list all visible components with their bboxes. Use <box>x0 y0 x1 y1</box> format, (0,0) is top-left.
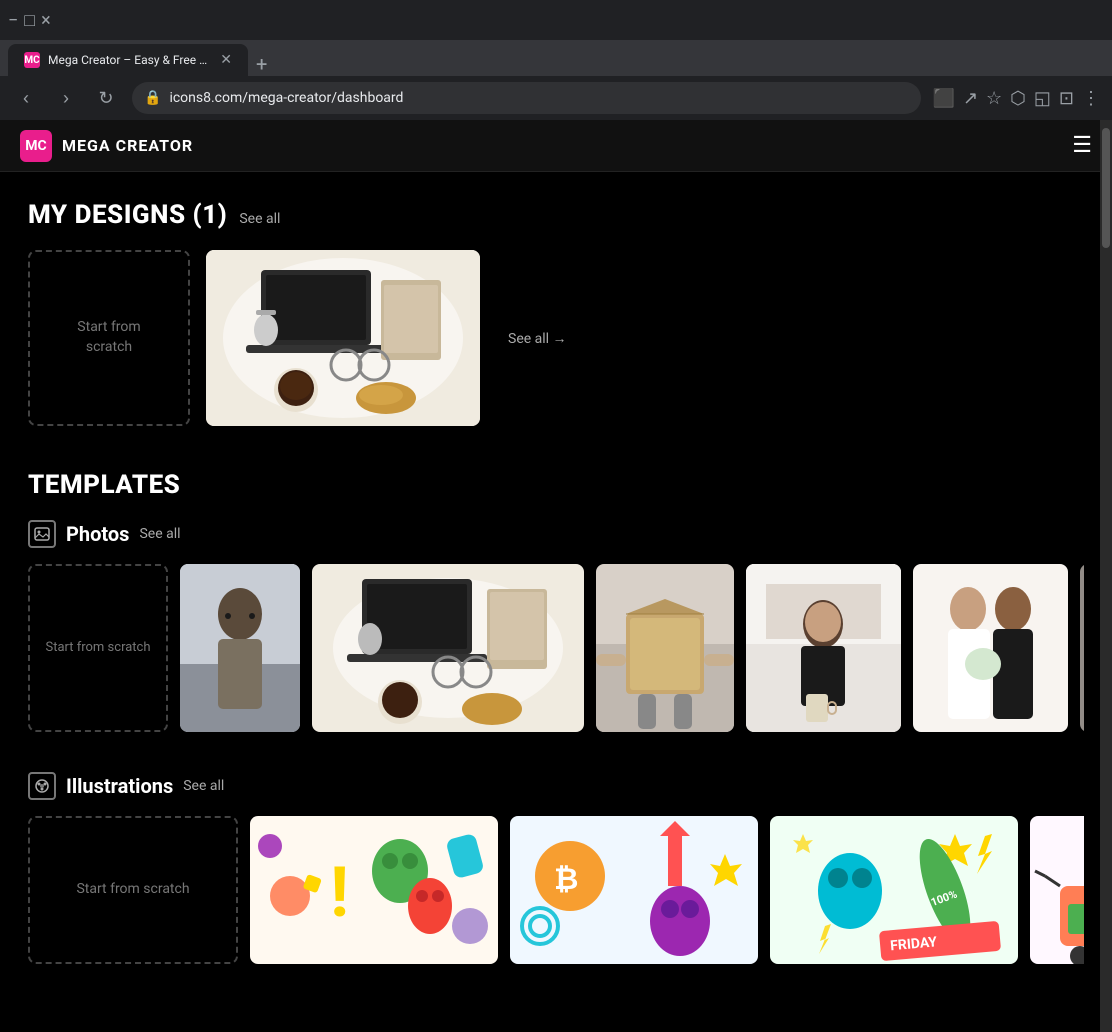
my-designs-photo-svg <box>206 250 480 426</box>
omnibar: ‹ › ↻ 🔒 icons8.com/mega-creator/dashboar… <box>0 76 1112 120</box>
address-text: icons8.com/mega-creator/dashboard <box>169 90 403 106</box>
templates-title: TEMPLATES <box>28 470 1084 500</box>
photo-man-svg <box>180 564 300 732</box>
maximize-button[interactable]: □ <box>24 10 35 31</box>
photo-card-kitchen[interactable] <box>746 564 901 732</box>
illustration-1-svg: ! <box>250 816 498 964</box>
photos-header: Photos See all <box>28 520 1084 548</box>
illustration-2-svg: ₿ <box>510 816 758 964</box>
cast-button[interactable]: ⊡ <box>1059 88 1074 109</box>
illustration-card-4[interactable]: ✓ <box>1030 816 1084 964</box>
logo-icon: MC <box>20 130 52 162</box>
illustrations-header: Illustrations See all <box>28 772 1084 800</box>
illustration-card-1[interactable]: ! <box>250 816 498 964</box>
app-logo: MC MEGA CREATOR <box>20 130 193 162</box>
my-designs-header: MY DESIGNS (1) See all <box>28 200 1084 230</box>
my-designs-see-all-arrow[interactable]: See all → <box>508 330 567 347</box>
photo-card-box[interactable] <box>596 564 734 732</box>
photo-box-svg <box>596 564 734 732</box>
photos-icon <box>28 520 56 548</box>
photos-scratch-card[interactable]: Start from scratch <box>28 564 168 732</box>
photo-kitchen-svg <box>746 564 901 732</box>
photos-scratch-label: Start from scratch <box>45 639 150 657</box>
tab-bar: MC Mega Creator – Easy & Free O... ✕ + <box>0 40 1112 76</box>
browser-chrome: − □ × MC Mega Creator – Easy & Free O...… <box>0 0 1112 120</box>
photo-wedding-svg <box>913 564 1068 732</box>
lock-icon: 🔒 <box>144 90 161 106</box>
illustration-card-3[interactable]: 100% FRIDAY <box>770 816 1018 964</box>
title-bar: − □ × <box>0 0 1112 40</box>
app-header: MC MEGA CREATOR ☰ <box>0 120 1112 172</box>
app-name: MEGA CREATOR <box>62 136 193 155</box>
photo-card-wedding[interactable] <box>913 564 1068 732</box>
photos-see-all[interactable]: See all <box>139 526 180 542</box>
illustrations-subsection: Illustrations See all Start from scratch… <box>28 772 1084 964</box>
close-button[interactable]: × <box>41 10 51 31</box>
photos-title: Photos <box>66 522 129 546</box>
window-controls: − □ × <box>8 10 151 31</box>
photos-row: Start from scratch <box>28 564 1084 732</box>
photo-partial-svg <box>1080 564 1084 732</box>
illustration-4-svg: ✓ <box>1030 816 1084 964</box>
photo-card-man[interactable] <box>180 564 300 732</box>
forward-button[interactable]: › <box>52 84 80 112</box>
my-designs-thumb[interactable] <box>206 250 480 426</box>
new-tab-button[interactable]: + <box>256 52 267 76</box>
extensions-button[interactable]: ⬡ <box>1010 88 1026 109</box>
screenshot-button[interactable]: ⬛ <box>933 88 955 109</box>
my-designs-title: MY DESIGNS (1) <box>28 200 227 230</box>
illustrations-see-all[interactable]: See all <box>183 778 224 794</box>
menu-button[interactable]: ⋮ <box>1082 88 1100 109</box>
see-all-arrow-text: See all → <box>508 330 567 347</box>
back-button[interactable]: ‹ <box>12 84 40 112</box>
templates-section: TEMPLATES Photos See all <box>28 470 1084 964</box>
illustrations-icon <box>28 772 56 800</box>
my-designs-photo <box>206 250 480 426</box>
tab-close-button[interactable]: ✕ <box>220 52 232 68</box>
illustration-3-svg: 100% FRIDAY <box>770 816 1018 964</box>
tab-title: Mega Creator – Easy & Free O... <box>48 53 212 67</box>
photo-desk-svg <box>312 564 584 732</box>
illustration-card-2[interactable]: ₿ <box>510 816 758 964</box>
browser-actions: ⬛ ↗ ☆ ⬡ ◱ ⊡ ⋮ <box>933 88 1100 109</box>
main-content: MY DESIGNS (1) See all Start fromscratch <box>0 172 1112 1032</box>
minimize-button[interactable]: − <box>8 10 18 31</box>
photos-subsection: Photos See all Start from scratch <box>28 520 1084 732</box>
scrollbar-thumb[interactable] <box>1102 128 1110 248</box>
photo-card-partial <box>1080 564 1084 732</box>
share-button[interactable]: ↗ <box>963 88 978 109</box>
image-icon <box>34 526 50 542</box>
my-designs-row: Start fromscratch <box>28 250 1084 426</box>
illustrations-scratch-label: Start from scratch <box>76 880 189 900</box>
hamburger-menu-button[interactable]: ☰ <box>1072 133 1092 158</box>
palette-icon <box>34 778 50 794</box>
profile-button[interactable]: ◱ <box>1034 88 1051 109</box>
illustrations-title: Illustrations <box>66 774 173 798</box>
bookmark-button[interactable]: ☆ <box>986 88 1002 109</box>
my-designs-scratch-label: Start fromscratch <box>77 318 140 357</box>
address-bar[interactable]: 🔒 icons8.com/mega-creator/dashboard <box>132 82 921 114</box>
illustrations-row: Start from scratch ! <box>28 816 1084 964</box>
tab-favicon: MC <box>24 52 40 68</box>
my-designs-see-all[interactable]: See all <box>239 211 280 227</box>
workspace: MC MEGA CREATOR ☰ MY DESIGNS (1) See all… <box>0 120 1112 1032</box>
my-designs-scratch-card[interactable]: Start fromscratch <box>28 250 190 426</box>
svg-text:!: ! <box>330 852 349 934</box>
svg-text:₿: ₿ <box>554 862 578 897</box>
active-tab[interactable]: MC Mega Creator – Easy & Free O... ✕ <box>8 44 248 76</box>
reload-button[interactable]: ↻ <box>92 84 120 112</box>
scrollbar-track <box>1100 120 1112 1032</box>
photo-card-desk[interactable] <box>312 564 584 732</box>
illustrations-scratch-card[interactable]: Start from scratch <box>28 816 238 964</box>
